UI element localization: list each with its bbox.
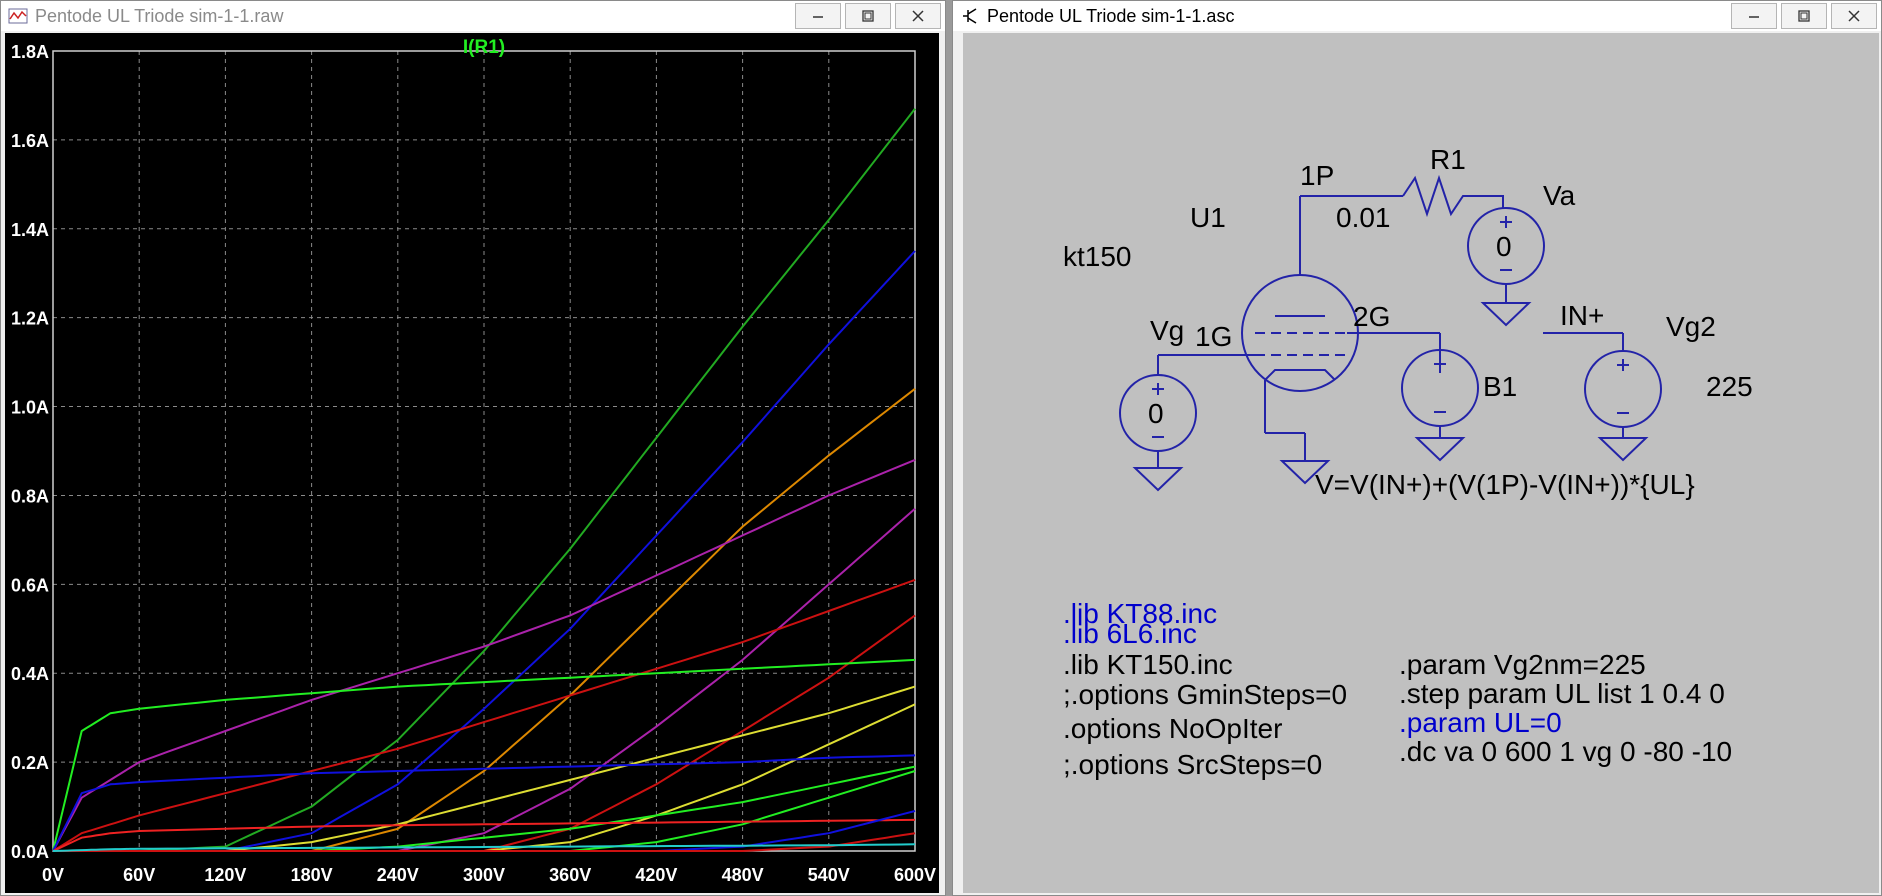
directive-lib-kt150[interactable]: .lib KT150.inc [1063,649,1233,680]
maximize-icon [1798,10,1810,22]
x-tick-label: 60V [123,865,155,885]
x-tick-label: 360V [549,865,591,885]
directive-options-noopiter[interactable]: .options NoOpIter [1063,713,1282,744]
ground-icon [1132,467,1184,492]
waveform-window: Pentode UL Triode sim-1-1.raw 0V 60V 120V 1… [0,0,946,896]
y-tick-label: 0.6A [11,575,49,595]
net-label-in-plus: IN+ [1560,300,1604,331]
directive-options-srcsteps[interactable]: ;.options SrcSteps=0 [1063,749,1322,780]
label-b1: B1 [1483,371,1517,402]
directive-options-gmin[interactable]: ;.options GminSteps=0 [1063,679,1347,710]
x-tick-label: 420V [635,865,677,885]
net-label-1p: 1P [1300,160,1334,191]
iv-chart[interactable]: 0V 60V 120V 180V 240V 300V 360V 420V 480V 540V 600… [5,33,939,893]
minimize-button[interactable] [1731,3,1777,29]
x-tick-label: 180V [291,865,333,885]
ground-icon [1597,437,1649,462]
directive-param-vg2nm[interactable]: .param Vg2nm=225 [1399,649,1646,680]
y-tick-label: 1.0A [11,398,49,418]
x-tick-label: 240V [377,865,419,885]
label-vg-value: 0 [1148,398,1164,429]
waveform-plot-pane[interactable]: 0V 60V 120V 180V 240V 300V 360V 420V 480V 540V 600… [5,33,939,893]
label-vg2: Vg2 [1666,311,1716,342]
label-vg: Vg [1150,315,1184,346]
resistor-r1[interactable] [1402,174,1504,218]
x-tick-label: 0V [42,865,64,885]
x-tick-label: 480V [722,865,764,885]
y-tick-label: 0.2A [11,753,49,773]
trace-label[interactable]: I(R1) [463,37,505,58]
schematic-titlebar[interactable]: Pentode UL Triode sim-1-1.asc [953,1,1881,31]
waveform-titlebar[interactable]: Pentode UL Triode sim-1-1.raw [1,1,945,31]
schematic-window-title: Pentode UL Triode sim-1-1.asc [987,5,1235,26]
minimize-icon [813,16,823,18]
label-r1: R1 [1430,144,1466,175]
maximize-button[interactable] [1781,3,1827,29]
x-tick-label: 600V [894,865,936,885]
y-tick-label: 1.4A [11,220,49,240]
directive-param-ul[interactable]: .param UL=0 [1399,707,1562,738]
label-va: Va [1543,180,1576,211]
directive-dc-sweep[interactable]: .dc va 0 600 1 vg 0 -80 -10 [1399,736,1732,767]
directive-lib-6l6[interactable]: .lib 6L6.inc [1063,618,1197,649]
y-tick-label: 0.8A [11,486,49,506]
y-tick-label: 1.2A [11,309,49,329]
schematic-app-icon [959,5,981,27]
minimize-icon [1749,16,1759,18]
maximize-button[interactable] [845,3,891,29]
minimize-button[interactable] [795,3,841,29]
maximize-icon [862,10,874,22]
label-b1-expression: V=V(IN+)+(V(1P)-V(IN+))*{UL} [1315,469,1695,500]
label-u1: U1 [1190,202,1226,233]
ground-icon [1480,302,1532,327]
close-button[interactable] [895,3,941,29]
x-tick-label: 300V [463,865,505,885]
label-model: kt150 [1063,241,1132,272]
close-icon [1848,10,1860,22]
ground-icon [1414,437,1466,462]
label-va-value: 0 [1496,231,1512,262]
x-tick-label: 540V [808,865,850,885]
y-tick-label: 1.8A [11,42,49,62]
waveform-window-title: Pentode UL Triode sim-1-1.raw [35,5,284,26]
label-r1-value: 0.01 [1336,202,1391,233]
directive-step[interactable]: .step param UL list 1 0.4 0 [1399,678,1725,709]
y-tick-label: 0.0A [11,842,49,862]
schematic-drawing[interactable]: R1 0.01 1P Va 0 U1 kt150 Vg 0 1G 2G B1 I… [963,33,1879,893]
close-icon [912,10,924,22]
y-tick-label: 1.6A [11,131,49,151]
series-line[interactable] [53,508,916,852]
net-label-2g: 2G [1353,301,1390,332]
y-tick-label: 0.4A [11,664,49,684]
schematic-window: Pentode UL Triode sim-1-1.asc R1 0.01 1P… [952,0,1882,896]
schematic-canvas[interactable]: R1 0.01 1P Va 0 U1 kt150 Vg 0 1G 2G B1 I… [963,33,1879,893]
close-button[interactable] [1831,3,1877,29]
label-vg2-value: 225 [1706,371,1753,402]
net-label-1g: 1G [1195,321,1232,352]
waveform-app-icon [7,5,29,27]
x-tick-label: 120V [204,865,246,885]
